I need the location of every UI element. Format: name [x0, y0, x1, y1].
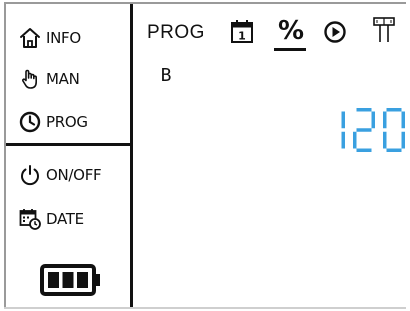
- play-icon: [324, 21, 346, 43]
- sidebar-item-label: MAN: [46, 70, 80, 88]
- clock-icon: [16, 108, 44, 136]
- sidebar-item-onoff[interactable]: ON/OFF: [6, 155, 130, 195]
- sidebar-item-prog[interactable]: PROG: [6, 102, 130, 142]
- home-icon: [16, 24, 44, 52]
- sidebar-item-label: PROG: [46, 113, 88, 131]
- readout-segment: [386, 108, 402, 112]
- sidebar-item-man[interactable]: MAN: [6, 59, 130, 99]
- readout-digit: [353, 108, 375, 152]
- readout-segment: [356, 128, 372, 132]
- tab-valve[interactable]: [373, 16, 395, 46]
- tab-percent[interactable]: %: [274, 14, 306, 51]
- selected-tab-indicator: [274, 48, 306, 51]
- hand-icon: [16, 65, 44, 93]
- main-panel: PROG 1 % B: [133, 4, 406, 307]
- readout-segment: [341, 111, 345, 129]
- readout-digit: [341, 111, 345, 149]
- sidebar: INFO MAN PROG ON/OFF DATE: [6, 4, 130, 307]
- calendar-day-text: 1: [238, 30, 246, 43]
- readout-segment: [341, 131, 345, 149]
- readout-segment: [356, 108, 372, 112]
- program-indicator: B: [159, 62, 173, 86]
- tab-start[interactable]: [323, 20, 347, 44]
- calendar-clock-icon: [16, 205, 44, 233]
- sidebar-item-date[interactable]: DATE: [6, 199, 130, 239]
- readout-segment: [401, 111, 405, 129]
- readout-segment: [383, 131, 387, 149]
- readout-digit: [383, 108, 405, 152]
- readout-segment: [371, 111, 375, 129]
- sidebar-item-label: INFO: [46, 29, 81, 47]
- valve-icon: [373, 17, 395, 42]
- battery-icon: [40, 263, 102, 301]
- screen-frame-bottom: [4, 307, 406, 309]
- readout-segment: [383, 111, 387, 129]
- sidebar-item-label: ON/OFF: [46, 166, 102, 184]
- sidebar-item-label: DATE: [46, 210, 84, 228]
- power-icon: [16, 161, 44, 189]
- readout-segment: [401, 131, 405, 149]
- percent-label: %: [278, 16, 305, 46]
- sidebar-section-divider: [6, 143, 130, 146]
- program-letter: B: [161, 65, 172, 86]
- readout-segment: [386, 148, 402, 152]
- tab-calendar[interactable]: 1: [230, 18, 254, 44]
- readout-segment: [356, 148, 372, 152]
- calendar-icon: 1: [231, 20, 253, 43]
- seasonal-adjust-readout: [319, 104, 407, 156]
- sidebar-item-info[interactable]: INFO: [6, 18, 130, 58]
- mode-label: PROG: [147, 22, 205, 43]
- readout-segment: [353, 131, 357, 149]
